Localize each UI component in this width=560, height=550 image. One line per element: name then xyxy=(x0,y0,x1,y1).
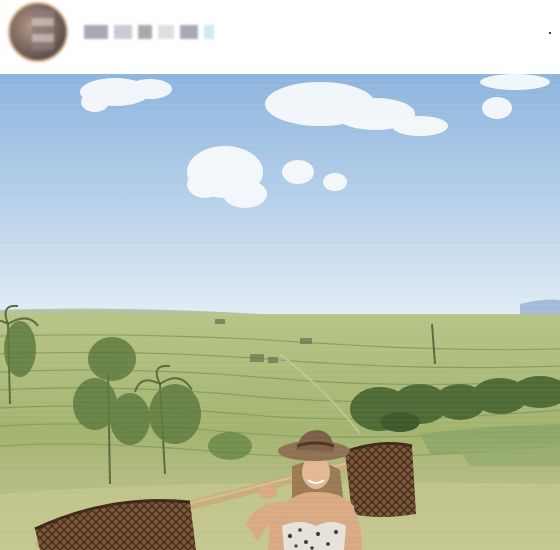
blurred-block xyxy=(138,25,152,39)
blurred-block xyxy=(84,25,108,39)
more-dots-icon[interactable]: · xyxy=(544,22,556,42)
right-basket xyxy=(344,442,416,517)
username-blurred[interactable] xyxy=(84,20,224,44)
instagram-post: · xyxy=(0,0,560,550)
blurred-block xyxy=(114,25,132,39)
photo-illustration xyxy=(0,74,560,550)
post-header: · xyxy=(0,0,560,75)
blurred-block xyxy=(204,25,214,39)
post-photo[interactable] xyxy=(0,74,560,550)
blurred-block xyxy=(158,25,174,39)
avatar[interactable] xyxy=(8,2,68,62)
blurred-block xyxy=(180,25,198,39)
